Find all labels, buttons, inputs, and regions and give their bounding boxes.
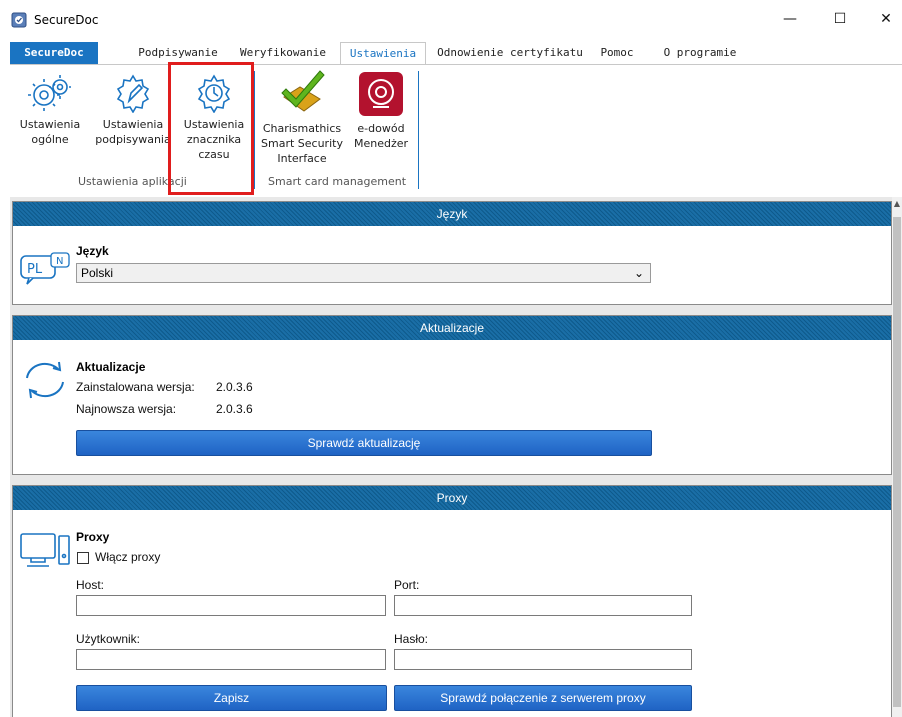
svg-text:PL: PL	[27, 262, 43, 277]
tab-odnowienie-certyfikatu[interactable]: Odnowienie certyfikatu	[434, 42, 586, 64]
language-header: Język	[13, 202, 891, 226]
computer-icon	[20, 533, 70, 567]
ribbon: Ustawienia ogólne Ustawienia podpisywani…	[10, 64, 902, 198]
maximize-button[interactable]: ☐	[820, 8, 860, 30]
latest-version-value: 2.0.3.6	[216, 402, 253, 416]
installed-version-label: Zainstalowana wersja:	[76, 380, 195, 394]
edowod-icon	[359, 72, 403, 116]
language-title: Język	[76, 244, 109, 258]
user-input[interactable]	[76, 649, 386, 670]
charismathics-button[interactable]: Charismathics Smart Security Interface	[260, 67, 344, 166]
save-proxy-button[interactable]: Zapisz	[76, 685, 387, 711]
enable-proxy-checkbox[interactable]	[77, 552, 89, 564]
updates-title: Aktualizacje	[76, 360, 146, 374]
ribbon-tabs: SecureDoc Podpisywanie Weryfikowanie Ust…	[10, 42, 902, 66]
close-icon: ✕	[880, 11, 892, 27]
group-label-smart-card: Smart card management	[268, 175, 407, 188]
installed-version-value: 2.0.3.6	[216, 380, 253, 394]
minimize-icon: —	[783, 11, 797, 27]
settings-content: Język PL N Język Polski ⌄ Aktualizacje A…	[10, 197, 892, 717]
language-select[interactable]: Polski ⌄	[76, 263, 651, 283]
highlight-frame	[168, 62, 254, 195]
enable-proxy-label: Włącz proxy	[95, 550, 161, 564]
updates-panel: Aktualizacje Aktualizacje Zainstalowana …	[12, 315, 892, 475]
window-title: SecureDoc	[34, 13, 99, 27]
general-settings-button[interactable]: Ustawienia ogólne	[18, 73, 82, 147]
check-updates-button[interactable]: Sprawdź aktualizację	[76, 430, 652, 456]
host-label: Host:	[76, 578, 105, 592]
tab-pomoc[interactable]: Pomoc	[594, 42, 640, 64]
language-panel: Język PL N Język Polski ⌄	[12, 201, 892, 305]
tab-ustawienia[interactable]: Ustawienia	[340, 42, 426, 66]
checkmark-card-icon	[281, 70, 325, 112]
app-icon	[11, 12, 27, 28]
password-label: Hasło:	[394, 632, 429, 646]
scroll-thumb[interactable]	[893, 217, 901, 707]
password-input[interactable]	[394, 649, 692, 670]
port-label: Port:	[394, 578, 420, 592]
port-input[interactable]	[394, 595, 692, 616]
title-bar: SecureDoc — ☐ ✕	[0, 0, 902, 38]
vertical-scrollbar[interactable]: ▲	[892, 197, 902, 717]
tab-podpisywanie[interactable]: Podpisywanie	[128, 42, 228, 64]
tab-securedoc[interactable]: SecureDoc	[10, 42, 98, 64]
latest-version-label: Najnowsza wersja:	[76, 402, 177, 416]
group-separator	[418, 71, 419, 189]
proxy-title: Proxy	[76, 530, 110, 544]
user-label: Użytkownik:	[76, 632, 141, 646]
gears-icon	[28, 75, 71, 111]
updates-header: Aktualizacje	[13, 316, 891, 340]
edowod-manager-button[interactable]: e-dowód Menedżer	[350, 71, 412, 151]
scroll-up-icon[interactable]: ▲	[893, 199, 901, 209]
host-input[interactable]	[76, 595, 386, 616]
maximize-icon: ☐	[833, 11, 847, 27]
tab-o-programie[interactable]: O programie	[660, 42, 740, 64]
signing-settings-button[interactable]: Ustawienia podpisywania	[94, 73, 172, 147]
language-icon: PL N	[20, 252, 70, 285]
minimize-button[interactable]: —	[770, 8, 810, 30]
test-proxy-button[interactable]: Sprawdź połączenie z serwerem proxy	[394, 685, 692, 711]
pen-gear-icon	[116, 74, 150, 114]
proxy-panel: Proxy Proxy Włącz proxy Host: Port: Użyt…	[12, 485, 892, 717]
refresh-icon	[26, 361, 64, 399]
proxy-header: Proxy	[13, 486, 891, 510]
tab-weryfikowanie[interactable]: Weryfikowanie	[236, 42, 330, 64]
group-separator	[254, 71, 255, 189]
chevron-down-icon: ⌄	[633, 266, 644, 280]
close-button[interactable]: ✕	[866, 8, 902, 30]
svg-text:N: N	[56, 256, 63, 267]
